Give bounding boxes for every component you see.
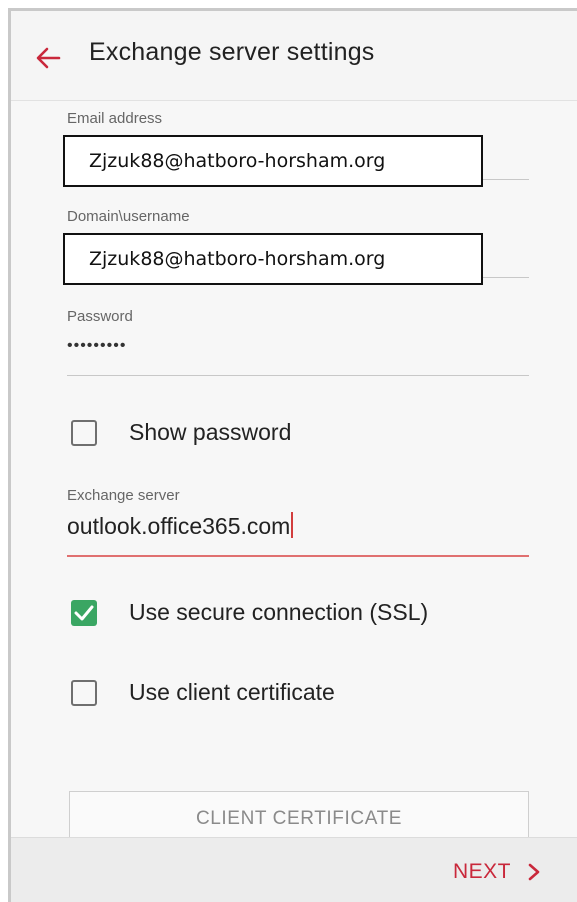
text-cursor bbox=[291, 512, 293, 538]
email-label: Email address bbox=[67, 110, 163, 127]
app-bar: Exchange server settings bbox=[11, 11, 577, 101]
domain-username-label: Domain\username bbox=[67, 208, 190, 225]
arrow-left-icon[interactable] bbox=[31, 41, 65, 75]
password-label: Password bbox=[67, 308, 133, 325]
email-field[interactable]: Zjzuk88@hatboro-horsham.org bbox=[63, 135, 483, 187]
domain-username-field[interactable]: Zjzuk88@hatboro-horsham.org bbox=[63, 233, 483, 285]
client-certificate-checkbox[interactable] bbox=[71, 680, 97, 706]
chevron-right-icon bbox=[528, 863, 540, 881]
settings-screen: Exchange server settings Email address Z… bbox=[8, 8, 577, 902]
next-label: NEXT bbox=[452, 860, 511, 883]
ssl-checkbox[interactable] bbox=[71, 600, 97, 626]
password-field[interactable]: ••••••••• bbox=[67, 337, 126, 355]
bottom-bar: NEXT bbox=[11, 837, 577, 902]
exchange-server-label: Exchange server bbox=[67, 487, 180, 504]
show-password-label[interactable]: Show password bbox=[129, 419, 291, 446]
client-certificate-label[interactable]: Use client certificate bbox=[129, 679, 335, 706]
exchange-server-field[interactable]: outlook.office365.com bbox=[67, 512, 293, 540]
page-title: Exchange server settings bbox=[89, 38, 375, 66]
password-underline bbox=[67, 375, 529, 376]
checkmark-icon bbox=[74, 605, 94, 621]
exchange-server-value: outlook.office365.com bbox=[67, 513, 291, 539]
exchange-server-underline bbox=[67, 555, 529, 557]
show-password-checkbox[interactable] bbox=[71, 420, 97, 446]
next-button[interactable]: NEXT bbox=[453, 860, 541, 884]
ssl-label[interactable]: Use secure connection (SSL) bbox=[129, 599, 428, 626]
